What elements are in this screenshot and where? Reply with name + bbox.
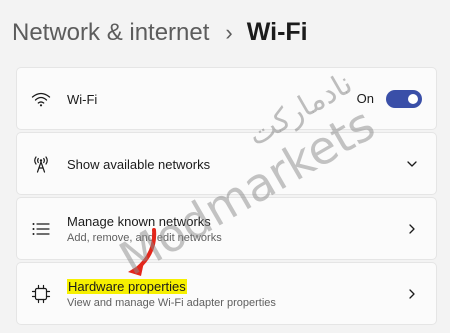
known-networks-title: Manage known networks — [67, 214, 211, 229]
available-networks-title: Show available networks — [67, 157, 211, 172]
list-icon — [31, 219, 51, 239]
wifi-icon — [31, 89, 51, 109]
wifi-toggle[interactable]: On — [356, 89, 422, 108]
known-networks-subtitle: Add, remove, and edit networks — [67, 232, 222, 244]
breadcrumb-separator: › — [225, 19, 233, 45]
page-title: Wi-Fi — [246, 18, 308, 46]
chevron-right-icon[interactable] — [406, 223, 418, 235]
hardware-properties-title: Hardware properties — [67, 279, 187, 294]
antenna-icon — [31, 154, 51, 174]
toggle-state-label: On — [356, 91, 374, 106]
hardware-properties-subtitle: View and manage Wi-Fi adapter properties — [67, 297, 276, 309]
show-available-networks-row[interactable]: Show available networks — [16, 132, 437, 195]
manage-known-networks-row[interactable]: Manage known networks Add, remove, and e… — [16, 197, 437, 260]
wifi-row-title: Wi-Fi — [67, 92, 98, 107]
breadcrumb-parent-link[interactable]: Network & internet — [12, 19, 209, 47]
hardware-properties-row[interactable]: Hardware properties View and manage Wi-F… — [16, 262, 437, 325]
breadcrumb: Network & internet › Wi-Fi — [12, 18, 308, 47]
chevron-down-icon[interactable] — [406, 158, 418, 170]
toggle-switch[interactable] — [386, 89, 422, 108]
chip-icon — [31, 284, 51, 304]
wifi-toggle-row[interactable]: Wi-Fi On — [16, 67, 437, 130]
chevron-right-icon[interactable] — [406, 288, 418, 300]
toggle-knob — [408, 93, 418, 104]
